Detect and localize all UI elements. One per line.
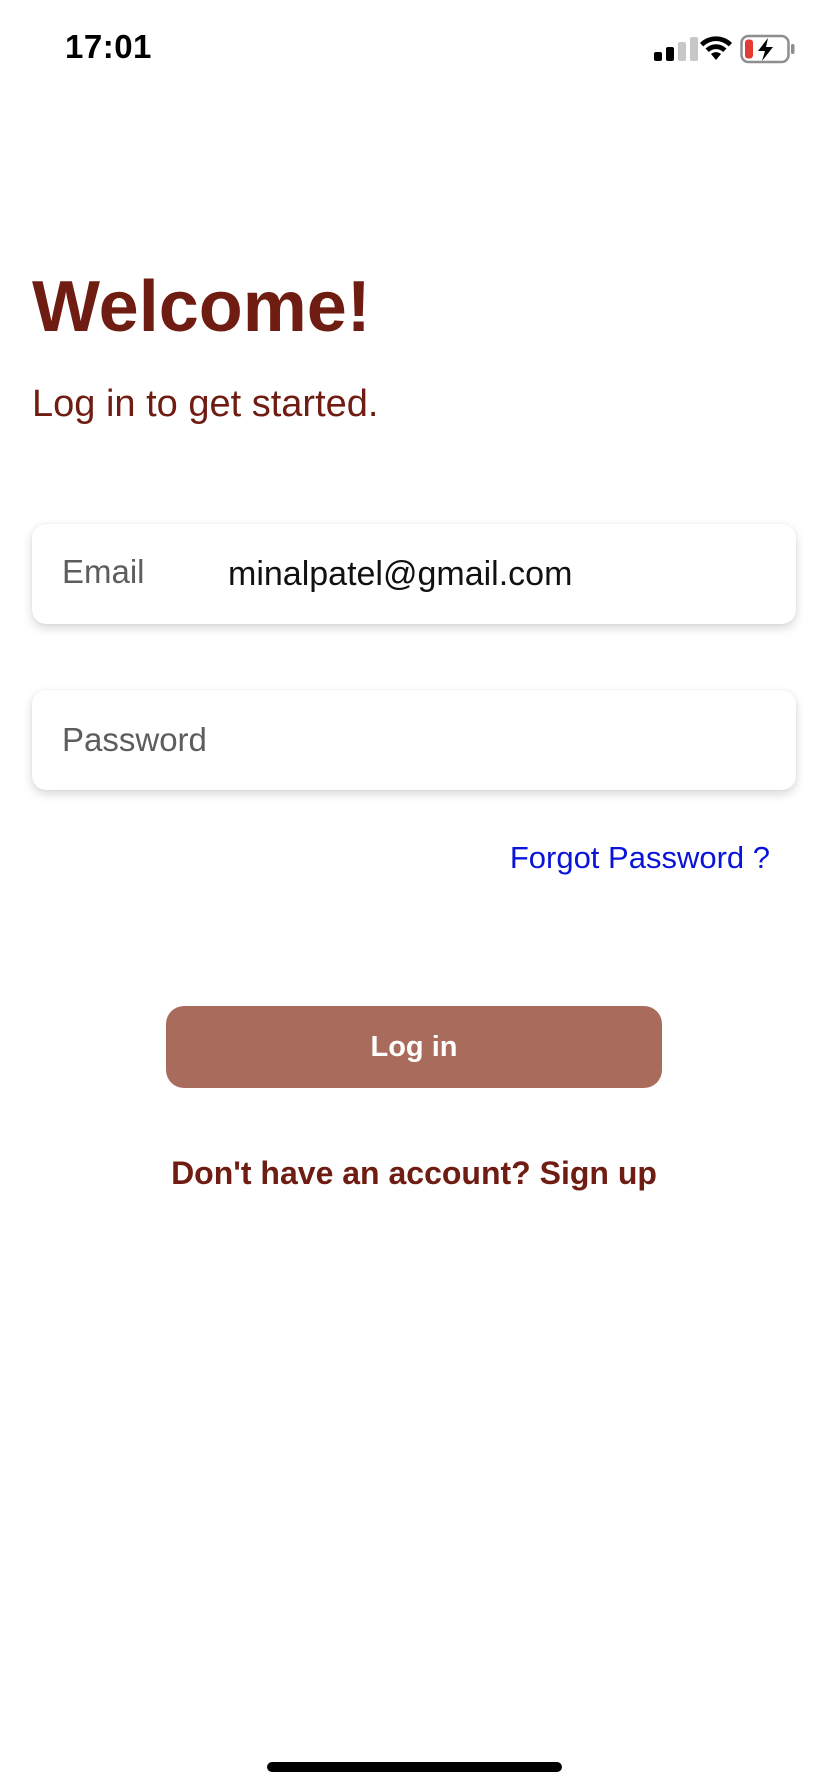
battery-charging-icon <box>740 34 795 64</box>
password-field-card[interactable] <box>32 690 796 790</box>
email-input[interactable] <box>228 552 768 596</box>
signup-link[interactable]: Don't have an account? Sign up <box>0 1152 828 1194</box>
email-field-card[interactable]: Email <box>32 524 796 624</box>
page-title: Welcome! <box>32 267 371 347</box>
page-subtitle: Log in to get started. <box>32 383 379 425</box>
email-label: Email <box>62 553 145 590</box>
forgot-password-link[interactable]: Forgot Password ? <box>510 838 770 878</box>
password-input[interactable] <box>62 716 762 764</box>
status-time: 17:01 <box>65 28 152 65</box>
cellular-signal-icon <box>654 37 698 61</box>
home-indicator[interactable] <box>267 1762 562 1772</box>
wifi-icon <box>700 36 732 60</box>
login-button[interactable]: Log in <box>166 1006 662 1088</box>
status-bar: 17:01 <box>0 0 828 100</box>
